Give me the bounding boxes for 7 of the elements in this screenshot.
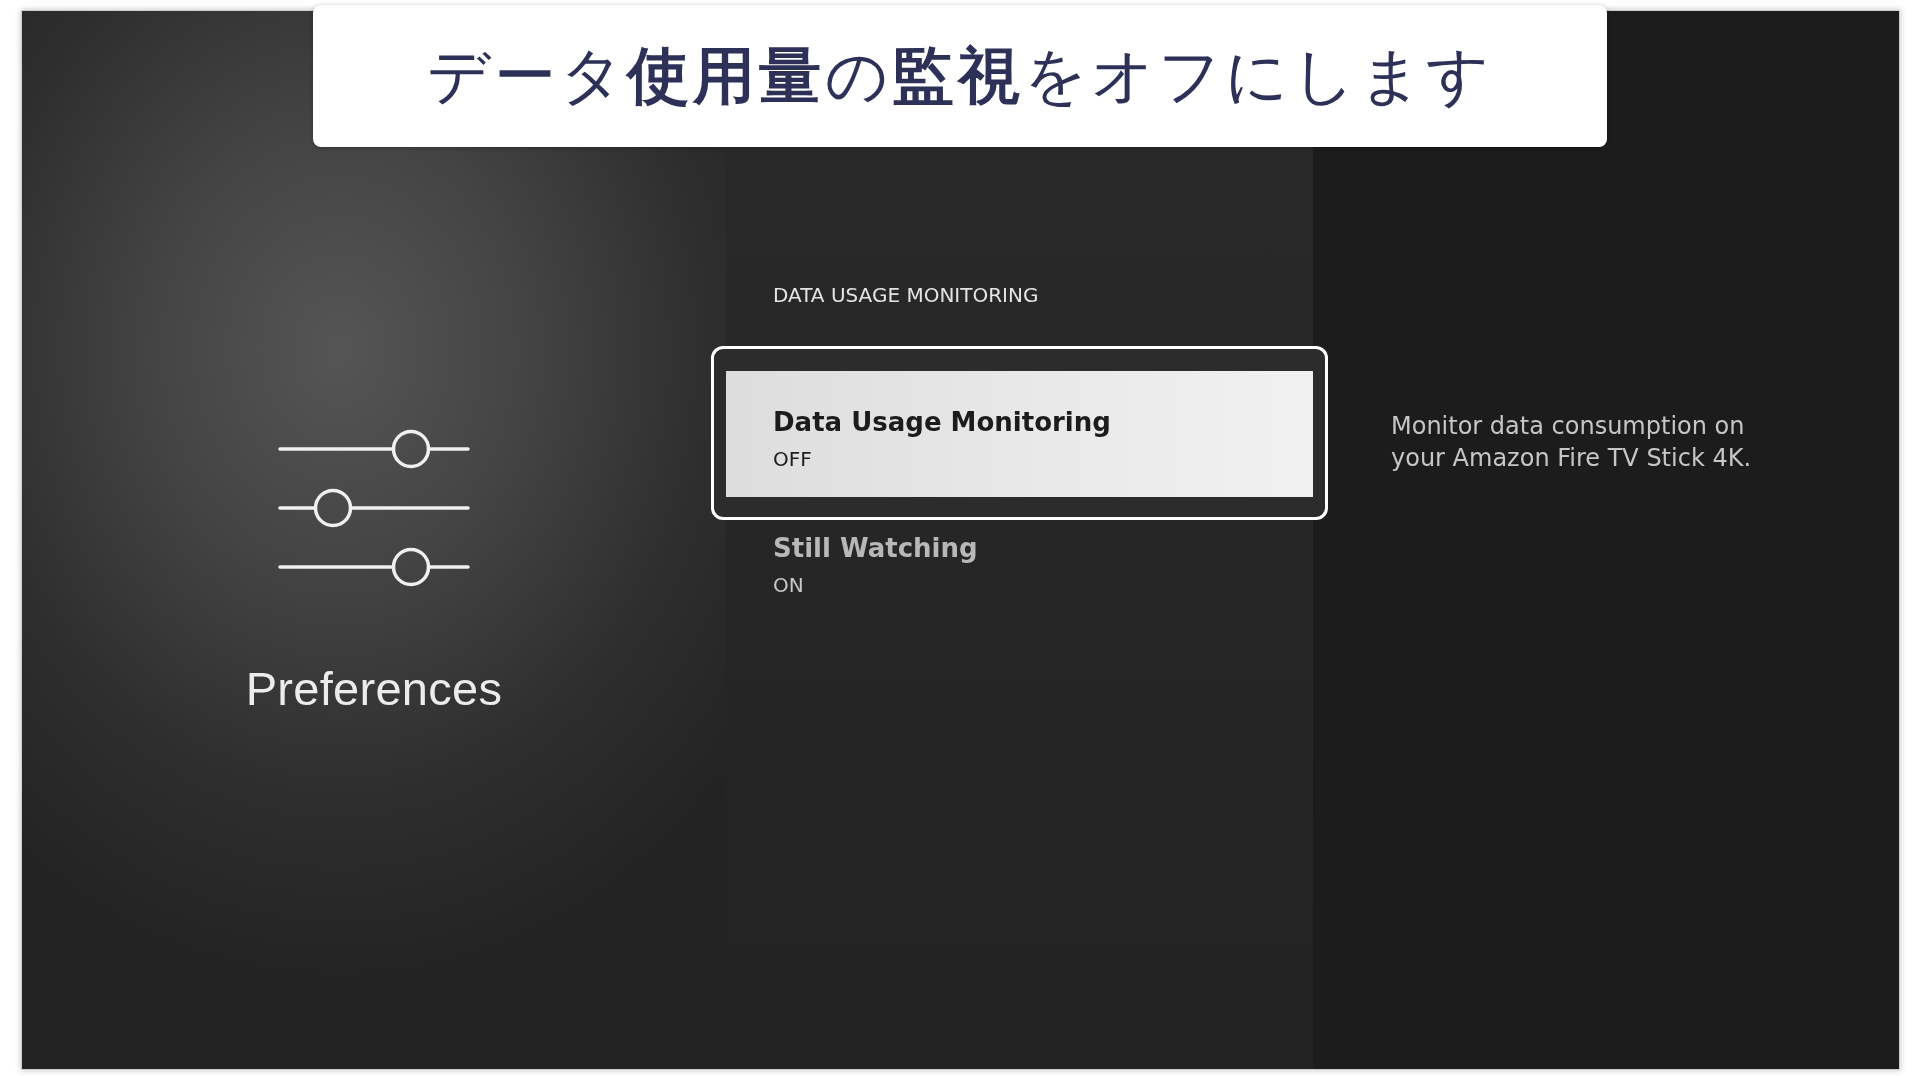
category-title: Preferences (245, 661, 503, 717)
caption-text: データ使用量の監視をオフにします (427, 38, 1493, 114)
description-text: Monitor data consumption on your Amazon Fire TV Stick 4K. (1391, 411, 1753, 474)
section-heading: DATA USAGE MONITORING (772, 282, 1040, 309)
setting-item[interactable]: Still Watching ON (726, 520, 1313, 610)
sliders-icon (278, 429, 470, 587)
setting-item[interactable]: Data Usage Monitoring OFF (726, 371, 1313, 497)
